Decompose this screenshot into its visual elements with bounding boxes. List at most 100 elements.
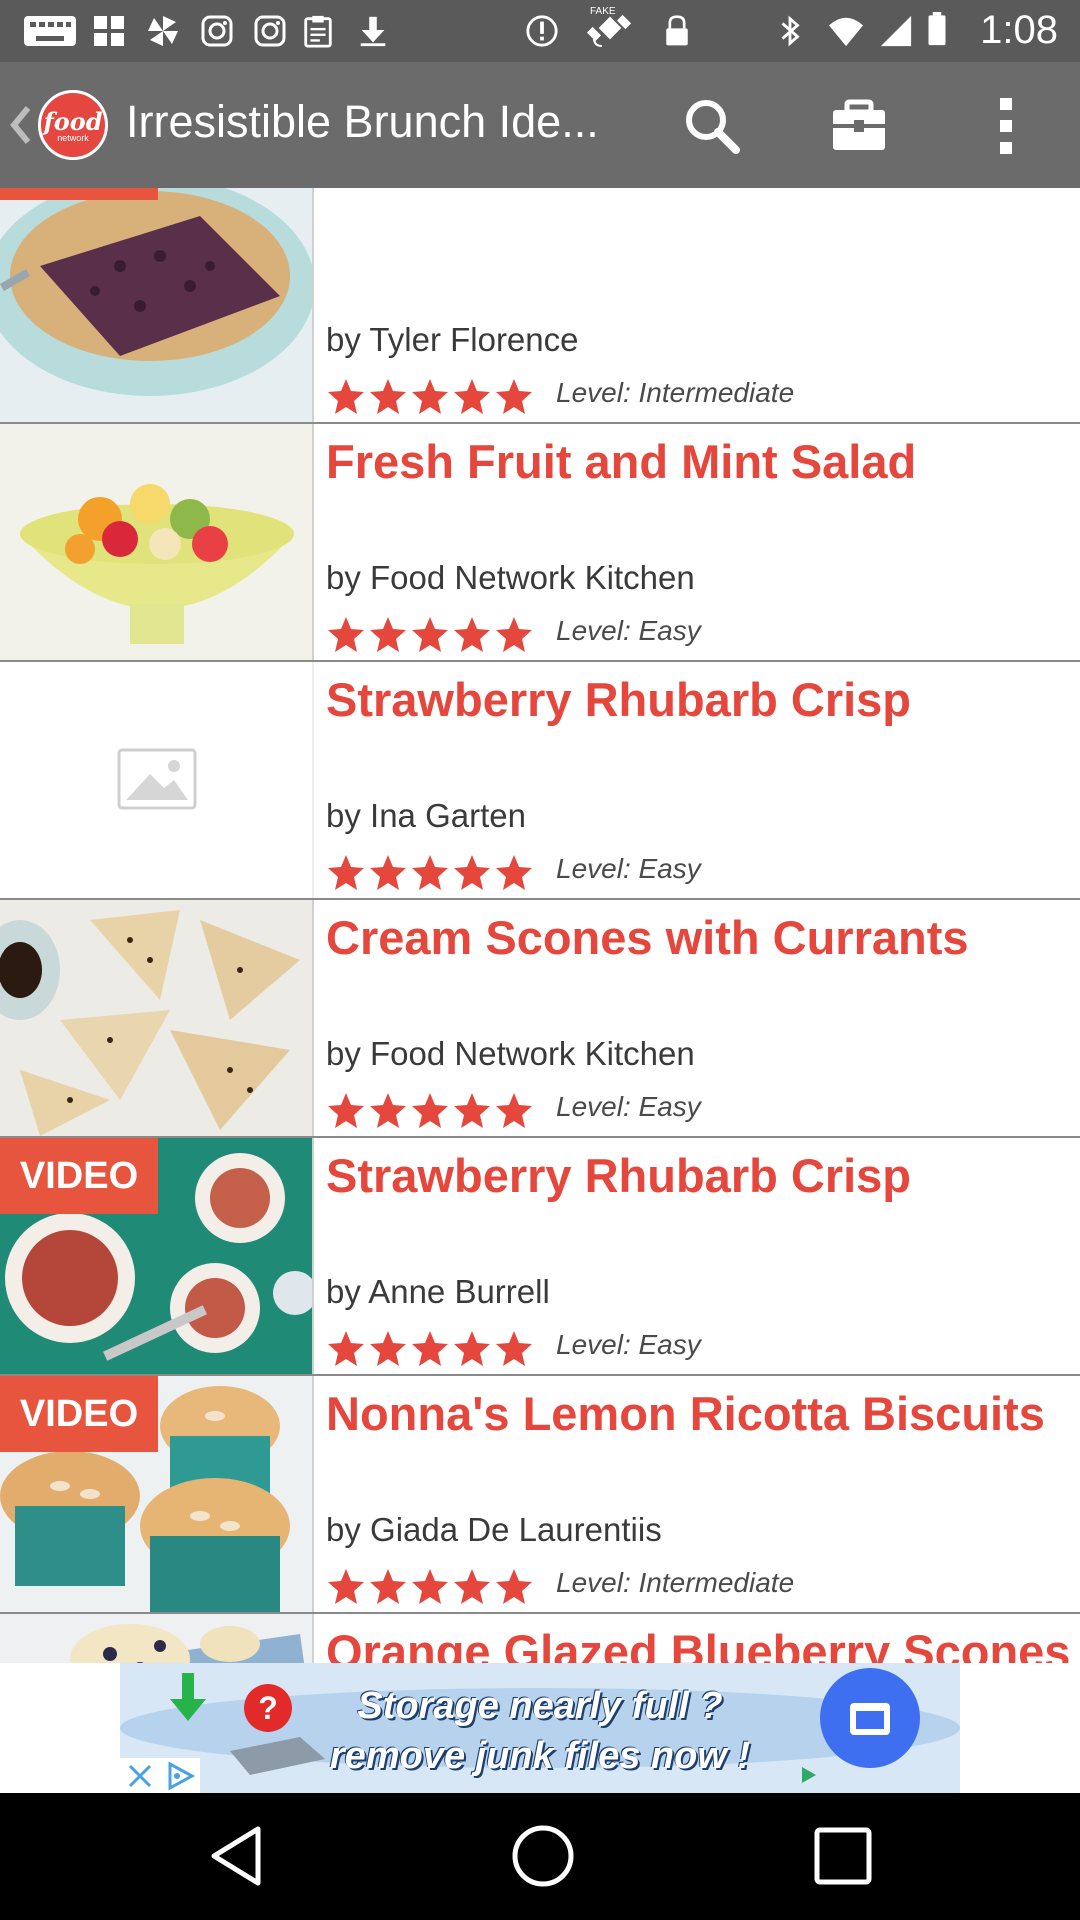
recipe-title[interactable]: Fresh Fruit and Mint Salad xyxy=(326,434,1076,490)
recipe-box-icon[interactable] xyxy=(823,90,895,162)
recipe-row[interactable]: Strawberry Rhubarb Crisp by Ina Garten L… xyxy=(0,662,1080,900)
logo-text: food xyxy=(43,107,103,136)
recipe-thumbnail[interactable] xyxy=(0,900,314,1136)
fake-label: FAKE xyxy=(590,6,616,17)
star-icon xyxy=(328,379,364,414)
page-title: Irresistible Brunch Ide... xyxy=(126,96,599,147)
signal-icon xyxy=(880,15,912,47)
recipe-title[interactable]: Strawberry Rhubarb Crisp xyxy=(326,672,1076,728)
recipe-row[interactable]: VIDEO Nonna's Lemon Ricotta Biscuits by … xyxy=(0,1376,1080,1614)
recipe-list[interactable]: by Tyler Florence Level: Intermediate Fr… xyxy=(0,188,1080,1663)
recipe-row[interactable]: by Tyler Florence Level: Intermediate xyxy=(0,188,1080,424)
rating-stars xyxy=(326,1329,536,1367)
star-icon xyxy=(454,1093,490,1128)
rating-stars xyxy=(326,853,536,891)
recipe-level: Level: Intermediate xyxy=(556,1567,795,1598)
alert-icon xyxy=(526,15,558,47)
battery-icon xyxy=(928,12,946,46)
star-icon xyxy=(412,855,448,890)
search-icon[interactable] xyxy=(676,90,748,162)
keyboard-icon xyxy=(24,16,76,46)
rating-stars xyxy=(326,1567,536,1605)
ad-subline: remove junk files now ! xyxy=(329,1735,751,1777)
scones-image xyxy=(0,900,312,1136)
recipe-author: by Food Network Kitchen xyxy=(326,1035,695,1072)
recipe-row[interactable]: Orange Glazed Blueberry Scones xyxy=(0,1614,1080,1663)
ad-banner[interactable]: ? Storage nearly full ? remove junk file… xyxy=(120,1663,960,1793)
recipe-level: Level: Easy xyxy=(556,853,701,884)
status-bar: FAKE 1:08 xyxy=(0,0,1080,62)
recipe-level: Level: Intermediate xyxy=(556,377,795,408)
star-icon xyxy=(412,617,448,652)
clock: 1:08 xyxy=(980,8,1058,52)
recipe-title[interactable]: Orange Glazed Blueberry Scones xyxy=(326,1624,1076,1663)
recipe-author: by Anne Burrell xyxy=(326,1273,550,1310)
rating-stars xyxy=(326,615,536,653)
star-icon xyxy=(370,1569,406,1604)
star-icon xyxy=(496,1569,532,1604)
rating-stars xyxy=(326,1091,536,1129)
recipe-author: by Ina Garten xyxy=(326,797,526,834)
recipe-row[interactable]: Cream Scones with Currants by Food Netwo… xyxy=(0,900,1080,1138)
star-icon xyxy=(328,1093,364,1128)
recipe-title[interactable]: Strawberry Rhubarb Crisp xyxy=(326,1148,1076,1204)
fake-gps-icon: FAKE xyxy=(582,6,642,56)
star-icon xyxy=(496,379,532,414)
video-badge: VIDEO xyxy=(0,1376,158,1452)
star-icon xyxy=(328,1569,364,1604)
recipe-level: Level: Easy xyxy=(556,1329,701,1360)
food-network-logo[interactable]: food network xyxy=(38,90,108,160)
star-icon xyxy=(328,617,364,652)
ad-close-icon[interactable] xyxy=(120,1758,160,1793)
star-icon xyxy=(496,617,532,652)
star-icon xyxy=(496,1331,532,1366)
wifi-icon xyxy=(829,17,863,47)
recipe-thumbnail[interactable] xyxy=(0,1614,314,1663)
instagram-icon-2 xyxy=(254,15,286,47)
recipe-level: Level: Easy xyxy=(556,1091,701,1122)
nav-back-icon[interactable] xyxy=(208,1823,268,1889)
lock-icon xyxy=(666,15,688,46)
instagram-icon xyxy=(201,15,233,47)
recipe-thumbnail[interactable] xyxy=(0,424,314,660)
recipe-thumbnail[interactable]: VIDEO xyxy=(0,1376,314,1612)
grid-icon xyxy=(94,16,124,46)
star-icon xyxy=(454,1569,490,1604)
ad-choices-icon[interactable] xyxy=(160,1758,200,1793)
star-icon xyxy=(328,1331,364,1366)
star-icon xyxy=(370,1093,406,1128)
star-icon xyxy=(328,855,364,890)
image-placeholder-icon xyxy=(0,662,312,898)
recipe-thumbnail[interactable]: VIDEO xyxy=(0,1138,314,1374)
pinwheel-icon xyxy=(148,16,178,46)
star-icon xyxy=(370,1331,406,1366)
more-options-icon[interactable] xyxy=(970,90,1042,162)
download-icon xyxy=(360,16,386,47)
recipe-thumbnail[interactable] xyxy=(0,662,314,898)
recipe-row[interactable]: Fresh Fruit and Mint Salad by Food Netwo… xyxy=(0,424,1080,662)
video-badge-partial xyxy=(0,188,158,200)
star-icon xyxy=(412,1569,448,1604)
back-chevron-icon[interactable] xyxy=(8,102,34,148)
nav-home-icon[interactable] xyxy=(510,1823,576,1889)
star-icon xyxy=(454,379,490,414)
star-icon xyxy=(454,617,490,652)
recipe-row[interactable]: VIDEO Strawberry Rhubarb Crisp by Anne B… xyxy=(0,1138,1080,1376)
recipe-title[interactable]: Cream Scones with Currants xyxy=(326,910,1076,966)
recipe-thumbnail[interactable] xyxy=(0,188,314,422)
ad-headline: Storage nearly full ? xyxy=(357,1685,723,1727)
nav-recents-icon[interactable] xyxy=(812,1825,874,1887)
rating-stars xyxy=(326,377,536,415)
clipboard-icon xyxy=(304,15,332,48)
recipe-title[interactable]: Nonna's Lemon Ricotta Biscuits xyxy=(326,1386,1076,1442)
blueberry-scones-image xyxy=(0,1614,312,1663)
star-icon xyxy=(454,855,490,890)
recipe-author: by Food Network Kitchen xyxy=(326,559,695,596)
star-icon xyxy=(496,1093,532,1128)
star-icon xyxy=(370,617,406,652)
video-badge: VIDEO xyxy=(0,1138,158,1214)
recipe-level: Level: Easy xyxy=(556,615,701,646)
recipe-author: by Giada De Laurentiis xyxy=(326,1511,662,1548)
fruit-salad-image xyxy=(0,424,312,660)
system-nav-bar xyxy=(0,1793,1080,1920)
